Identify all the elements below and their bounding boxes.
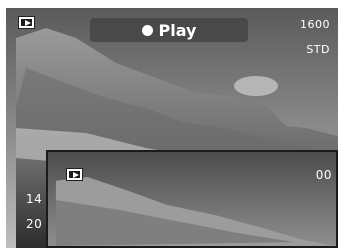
- playback-icon: [18, 16, 35, 29]
- mode-label: Play: [158, 20, 197, 40]
- frame-info-bottom: 20: [26, 217, 43, 231]
- mode-banner: Play: [90, 18, 248, 42]
- landscape-photo-front: [48, 152, 336, 246]
- playback-screen-front: 00: [46, 150, 338, 248]
- dot-icon: [141, 24, 153, 36]
- quality-readout: STD: [306, 43, 330, 56]
- playback-icon: [66, 168, 83, 181]
- image-size-readout: 1600: [300, 18, 330, 31]
- frame-counter-peek: 00: [315, 168, 332, 182]
- frame-info-top: 14: [26, 192, 43, 206]
